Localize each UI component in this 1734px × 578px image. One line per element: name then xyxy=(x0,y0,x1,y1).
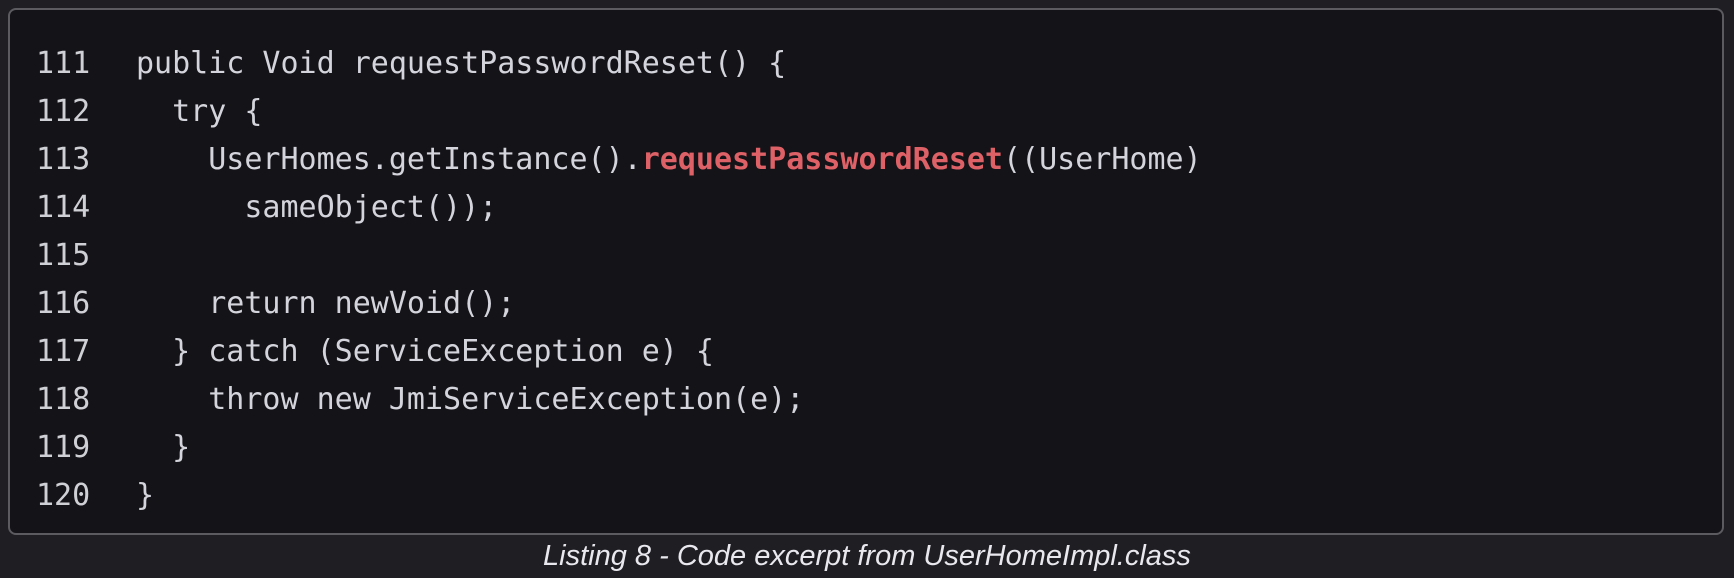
code-line: 120 } xyxy=(36,472,1202,520)
line-number: 115 xyxy=(36,238,91,273)
code-line: 116 return newVoid(); xyxy=(36,280,1202,328)
code-text: ((UserHome) xyxy=(1002,142,1202,177)
line-number: 113 xyxy=(36,142,91,177)
code-line: 118 throw new JmiServiceException(e); xyxy=(36,376,1202,424)
code-body: 111 public Void requestPasswordReset() {… xyxy=(36,40,1202,520)
code-text: try { xyxy=(136,94,263,129)
code-line: 111 public Void requestPasswordReset() { xyxy=(36,40,1202,88)
line-number: 118 xyxy=(36,382,91,417)
code-listing-panel: 111 public Void requestPasswordReset() {… xyxy=(8,8,1724,535)
code-text: } xyxy=(136,478,155,513)
line-number: 119 xyxy=(36,430,91,465)
line-number: 114 xyxy=(36,190,91,225)
code-text: sameObject()); xyxy=(136,190,498,225)
code-line: 112 try { xyxy=(36,88,1202,136)
line-number: 111 xyxy=(36,46,91,81)
line-number: 117 xyxy=(36,334,91,369)
code-line: 115 xyxy=(36,232,1202,280)
line-number: 116 xyxy=(36,286,91,321)
code-text: public Void requestPasswordReset() { xyxy=(136,46,787,81)
code-line: 114 sameObject()); xyxy=(36,184,1202,232)
code-line: 117 } catch (ServiceException e) { xyxy=(36,328,1202,376)
code-text: throw new JmiServiceException(e); xyxy=(136,382,805,417)
highlighted-method-call: requestPasswordReset xyxy=(641,142,1003,177)
listing-caption: Listing 8 - Code excerpt from UserHomeIm… xyxy=(543,540,1191,572)
line-number: 112 xyxy=(36,94,91,129)
code-text: } xyxy=(136,430,191,465)
code-text: } catch (ServiceException e) { xyxy=(136,334,714,369)
line-number: 120 xyxy=(36,478,91,513)
code-text: UserHomes.getInstance(). xyxy=(136,142,642,177)
code-text: return newVoid(); xyxy=(136,286,516,321)
code-line: 113 UserHomes.getInstance(). requestPassw… xyxy=(36,136,1202,184)
code-line: 119 } xyxy=(36,424,1202,472)
